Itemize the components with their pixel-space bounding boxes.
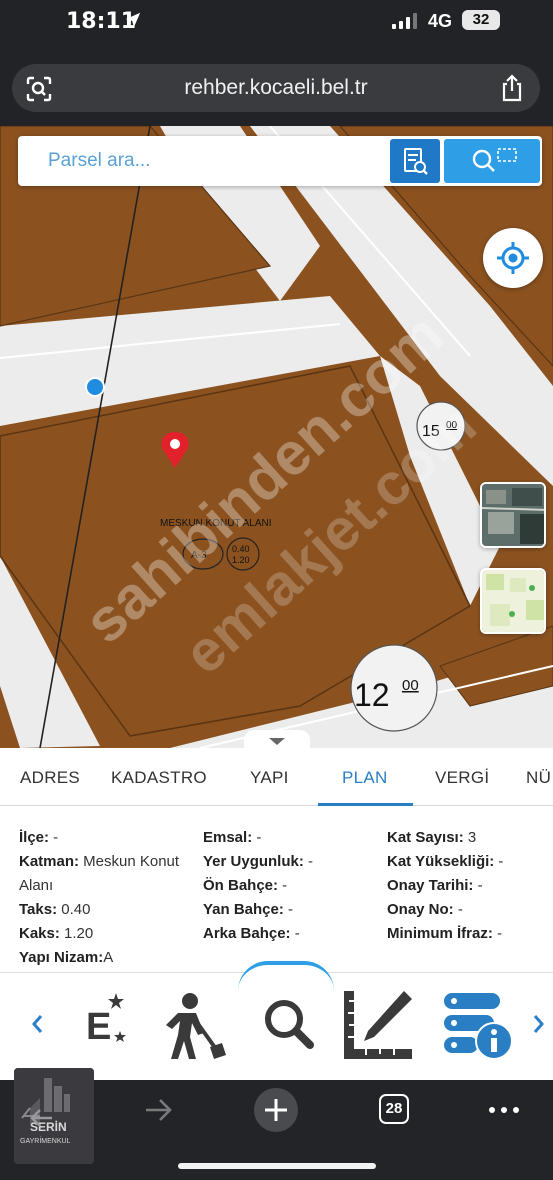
search-list-button[interactable]: [390, 139, 440, 183]
server-info-icon[interactable]: [440, 987, 514, 1063]
more-menu-icon[interactable]: [488, 1092, 520, 1128]
katman-row: Katman: Meskun Konut: [19, 853, 180, 870]
battery-indicator: 32: [462, 10, 500, 30]
home-indicator[interactable]: [178, 1163, 376, 1169]
road-width-2: 12: [354, 677, 390, 713]
kaks-row: Kaks: 1.20: [19, 925, 94, 942]
on-bahce-row: Ön Bahçe: -: [203, 877, 288, 894]
svg-text:E: E: [86, 1006, 111, 1048]
ilce-row: İlçe: -: [19, 829, 59, 846]
parcel-search-input[interactable]: Parsel ara...: [48, 150, 150, 172]
e-government-icon[interactable]: E: [56, 987, 130, 1063]
satellite-map-icon: [482, 484, 544, 546]
forward-icon[interactable]: [142, 1092, 174, 1128]
yan-bahce-row: Yan Bahçe: -: [203, 901, 294, 918]
info-panel: ADRES KADASTRO YAPI PLAN VERGİ NÜ İlçe: …: [0, 748, 553, 972]
street-map-icon: [482, 570, 544, 632]
app-toolbar: E: [0, 961, 553, 1080]
area-search-button[interactable]: [444, 139, 540, 183]
chevron-down-icon: [269, 738, 285, 745]
chevron-left-icon[interactable]: [30, 1013, 44, 1035]
ruler-pencil-icon[interactable]: [340, 987, 414, 1063]
tab-count-button[interactable]: 28: [379, 1094, 409, 1124]
onay-tarihi-row: Onay Tarihi: -: [387, 877, 483, 894]
back-icon[interactable]: [28, 1104, 56, 1132]
street-layer-thumbnail[interactable]: [480, 568, 546, 634]
location-arrow-icon: [125, 12, 141, 28]
network-type: 4G: [428, 11, 453, 31]
address-bar[interactable]: rehber.kocaeli.bel.tr: [12, 64, 540, 112]
signal-icon: [392, 13, 417, 29]
document-search-icon: [404, 148, 428, 175]
agency-logo: SERİN GAYRİMENKUL: [14, 1068, 94, 1164]
ratio-bottom: 1.20: [232, 555, 250, 565]
onay-no-row: Onay No: -: [387, 901, 463, 918]
locate-me-button[interactable]: [483, 228, 543, 288]
search-icon[interactable]: [252, 987, 326, 1063]
katman-row-cont: Alanı: [19, 877, 54, 894]
map-view[interactable]: MESKUN KONUT ALANI A-3 0.40 1.20 15 00 1…: [0, 126, 553, 748]
chevron-right-icon[interactable]: [532, 1013, 546, 1035]
emsal-row: Emsal: -: [203, 829, 262, 846]
plan-column-1: İlçe: - Katman: Meskun Konut Alanı Taks:…: [19, 826, 179, 970]
active-tab-indicator: [318, 803, 413, 806]
tab-vergi[interactable]: VERGİ: [435, 768, 489, 788]
kat-sayisi-row: Kat Sayısı: 3: [387, 829, 477, 846]
screen: 18:11 4G 32 rehber.kocaeli.bel.tr MESKUN…: [0, 0, 553, 1180]
crosshair-icon: [497, 242, 529, 274]
yer-uygunluk-row: Yer Uygunluk: -: [203, 853, 314, 870]
arka-bahce-row: Arka Bahçe: -: [203, 925, 300, 942]
yapi-nizam-row: Yapı Nizam:A: [19, 949, 114, 966]
tab-bar: ADRES KADASTRO YAPI PLAN VERGİ NÜ: [0, 748, 553, 806]
search-area-icon: [472, 148, 517, 172]
taks-row: Taks: 0.40: [19, 901, 91, 918]
tab-kadastro[interactable]: KADASTRO: [111, 768, 207, 788]
tab-plan[interactable]: PLAN: [342, 768, 388, 788]
satellite-layer-thumbnail[interactable]: [480, 482, 546, 548]
panel-drag-handle[interactable]: [244, 730, 310, 748]
tab-yapi[interactable]: YAPI: [250, 768, 289, 788]
share-icon[interactable]: [500, 74, 524, 102]
minimum-ifraz-row: Minimum İfraz: -: [387, 925, 503, 942]
plan-column-3: Kat Sayısı: 3 Kat Yüksekliği: - Onay Tar…: [387, 826, 503, 946]
tab-adres[interactable]: ADRES: [20, 768, 80, 788]
parcel-search-bar: Parsel ara...: [18, 136, 542, 186]
construction-worker-icon[interactable]: [156, 987, 230, 1063]
tab-nu[interactable]: NÜ: [526, 768, 551, 788]
logo-subtitle: GAYRİMENKUL: [20, 1138, 71, 1145]
plan-column-2: Emsal: - Yer Uygunluk: - Ön Bahçe: - Yan…: [203, 826, 313, 946]
url-text[interactable]: rehber.kocaeli.bel.tr: [12, 76, 540, 100]
road-width-2-sup: 00: [402, 677, 419, 694]
status-bar: 18:11 4G 32: [0, 0, 553, 48]
kat-yuksekligi-row: Kat Yüksekliği: -: [387, 853, 504, 870]
new-tab-icon[interactable]: [252, 1086, 300, 1134]
